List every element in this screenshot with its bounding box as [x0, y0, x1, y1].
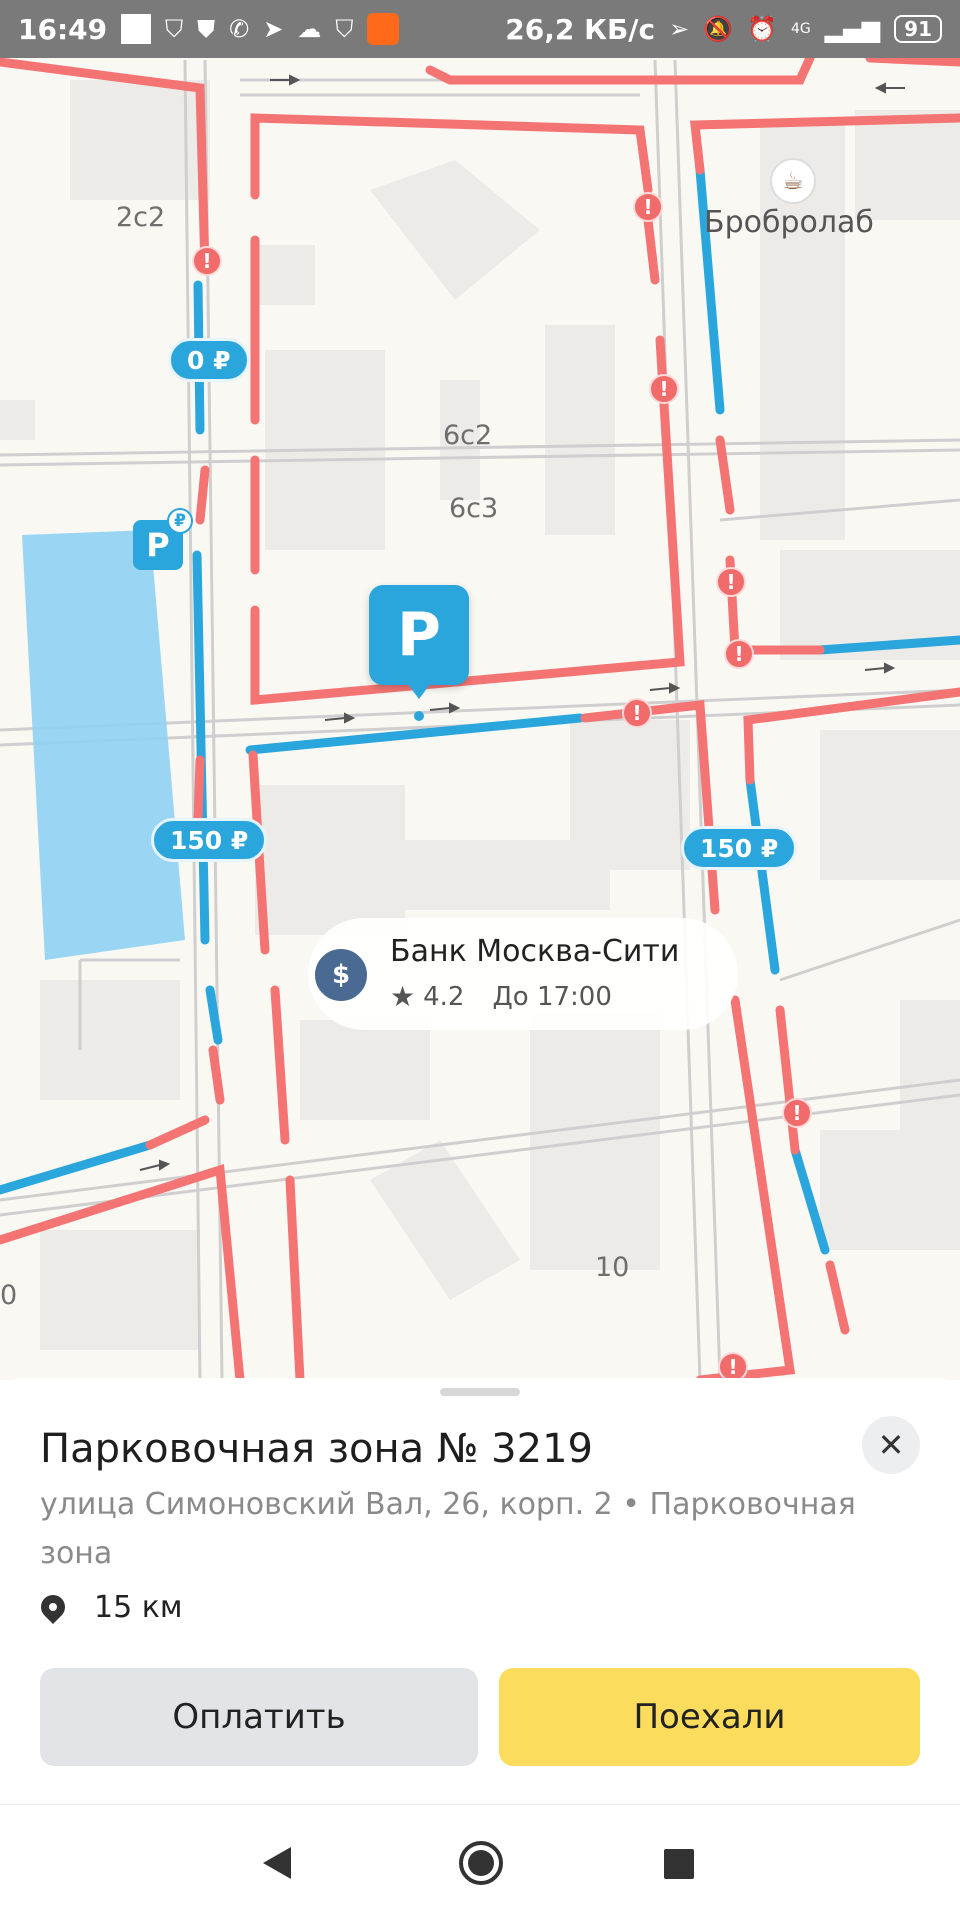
shield-icon: ⛉ [335, 15, 354, 43]
building-label: 6с2 [443, 420, 493, 451]
back-icon[interactable] [263, 1847, 291, 1879]
building-label: 2с2 [116, 202, 166, 233]
alert-marker[interactable]: ! [649, 374, 679, 404]
alert-marker[interactable]: ! [192, 246, 222, 276]
alert-marker[interactable]: ! [622, 698, 652, 728]
ruble-badge-icon: ₽ [167, 508, 193, 534]
building-label: 0 [0, 1280, 18, 1311]
parking-sign-icon[interactable]: P ₽ [133, 508, 193, 570]
mute-bell-icon: 🔕 [703, 15, 734, 43]
bank-icon[interactable]: $ [312, 946, 370, 1004]
shield-bolt-icon: ⛉ [165, 15, 184, 43]
marker-anchor-dot [414, 711, 424, 721]
sheet-grabber[interactable] [440, 1388, 520, 1396]
shield-check-icon: ⛊ [197, 15, 216, 43]
alarm-icon: ⏰ [747, 15, 778, 43]
poi-name[interactable]: Банк Москва-Сити [390, 934, 679, 969]
bottom-sheet: Парковочная зона № 3219 ✕ улица Симоновс… [0, 1378, 960, 1803]
app-orange-icon [367, 13, 400, 45]
network-speed: 26,2 КБ/с [505, 12, 656, 46]
network-type: 4G [791, 21, 811, 37]
poi-hours: До 17:00 [492, 981, 612, 1012]
price-pill-150[interactable]: 150 ₽ [151, 818, 268, 862]
go-button[interactable]: Поехали [499, 1668, 920, 1766]
whatsapp-icon: ✆ [229, 15, 250, 43]
recents-icon[interactable] [664, 1849, 694, 1879]
distance-row: 15 км [40, 1590, 182, 1625]
sheet-title: Парковочная зона № 3219 [40, 1426, 593, 1472]
signal-icon: ▂▄▆ [824, 15, 881, 43]
status-bar: 16:49 ⛉ ⛊ ✆ ➤ ☁ ⛉ 26,2 КБ/с ➢ 🔕 ⏰ 4G ▂▄▆… [0, 0, 960, 58]
distance-value: 15 км [94, 1590, 183, 1625]
parking-letter: P [146, 526, 170, 564]
parking-area [22, 530, 185, 960]
map-view[interactable]: 2с2 6с2 6с3 10 0 0 ₽ 150 ₽ 150 ₽ ! ! ! !… [0, 0, 960, 1380]
alert-marker[interactable]: ! [782, 1098, 812, 1128]
cafe-label[interactable]: Бробролаб [704, 205, 874, 240]
sheet-address: улица Симоновский Вал, 26, корп. 2 • Пар… [40, 1487, 856, 1571]
alert-marker[interactable]: ! [716, 567, 746, 597]
alert-marker[interactable]: ! [718, 1352, 748, 1380]
navigation-bar [0, 1804, 960, 1920]
navigation-arrow-icon: ➤ [263, 15, 284, 43]
location-arrow-icon: ➢ [669, 15, 690, 43]
parking-letter: P [397, 600, 441, 670]
building-label: 10 [595, 1252, 630, 1283]
alert-marker[interactable]: ! [724, 639, 754, 669]
home-icon[interactable] [459, 1841, 503, 1885]
close-button[interactable]: ✕ [862, 1416, 920, 1474]
selected-parking-marker[interactable]: P [369, 585, 469, 699]
close-icon: ✕ [877, 1426, 905, 1464]
location-pin-icon [40, 1595, 66, 1621]
poi-rating: 4.2 [423, 981, 465, 1012]
alert-marker[interactable]: ! [633, 192, 663, 222]
building-label: 6с3 [449, 493, 499, 524]
pay-button[interactable]: Оплатить [40, 1668, 478, 1766]
price-pill-150[interactable]: 150 ₽ [681, 826, 798, 870]
status-time: 16:49 [18, 12, 108, 46]
price-pill-free[interactable]: 0 ₽ [168, 338, 250, 382]
star-icon: ★ [390, 980, 416, 1013]
white-square-icon [121, 14, 152, 44]
poi-meta: ★ 4.2 До 17:00 [390, 980, 612, 1013]
cloud-icon: ☁ [297, 15, 322, 43]
coffee-cup-icon[interactable]: ☕ [770, 158, 816, 204]
battery-level: 91 [894, 15, 942, 43]
